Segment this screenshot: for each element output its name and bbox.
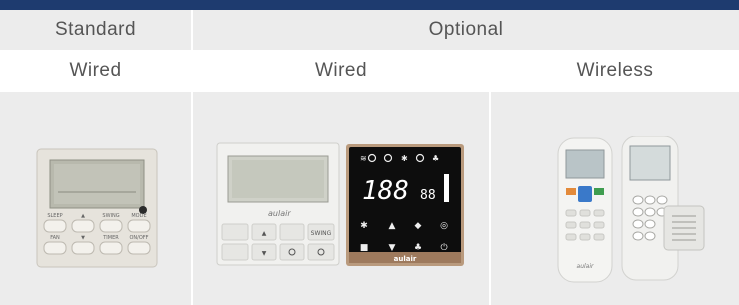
svg-text:▼: ▼	[389, 243, 396, 253]
standard-wired-controller: SLEEP ▲ SWING MODE FAN ▼ TIMER ON/OFF	[36, 148, 158, 268]
svg-text:♣: ♣	[432, 154, 439, 163]
svg-text:♣: ♣	[414, 243, 422, 253]
row-divider-2	[0, 90, 739, 92]
btn-label-up: ▲	[81, 213, 85, 219]
subheader-row: Wired Wired Wireless	[0, 52, 739, 90]
product-image-row: SLEEP ▲ SWING MODE FAN ▼ TIMER ON/OFF au…	[0, 92, 739, 305]
subheader-wired-optional: Wired	[314, 60, 368, 81]
black-controller-brand: aulair	[394, 255, 417, 263]
white-controller-brand: aulair	[268, 209, 291, 218]
svg-text:✱: ✱	[360, 221, 368, 231]
svg-text:✱: ✱	[401, 154, 408, 163]
optional-wired-white-controller: aulair ▲ SWING ▼	[216, 142, 340, 266]
column-divider-1	[191, 10, 193, 305]
remote-brand: aulair	[577, 263, 594, 270]
white-btn-up: ▲	[262, 230, 267, 237]
svg-text:▲: ▲	[389, 221, 396, 231]
btn-label-mode: MODE	[131, 213, 146, 219]
btn-label-fan: FAN	[50, 235, 60, 241]
btn-label-sleep: SLEEP	[47, 213, 62, 219]
wireless-remote-controllers: aulair	[552, 136, 712, 286]
svg-text:◆: ◆	[415, 221, 422, 231]
header-standard: Standard	[54, 19, 137, 40]
top-accent-bar	[0, 0, 739, 10]
subheader-wireless: Wireless	[576, 60, 654, 81]
white-btn-down: ▼	[262, 250, 267, 257]
btn-label-down: ▼	[81, 235, 85, 241]
black-display-small: 88	[420, 188, 436, 203]
optional-wired-black-controller: ≋ ✱ ♣ 188 88 ✱ ▲ ◆ ◎ ■ ▼ ♣ ⏻ aulair	[346, 144, 464, 266]
svg-text:■: ■	[360, 243, 369, 253]
btn-label-timer: TIMER	[102, 235, 119, 241]
header-optional: Optional	[428, 19, 504, 40]
svg-text:≋: ≋	[360, 154, 367, 163]
row-divider-1	[0, 50, 739, 52]
header-row: Standard Optional	[0, 10, 739, 50]
svg-text:◎: ◎	[440, 221, 448, 231]
btn-label-onoff: ON/OFF	[129, 235, 148, 241]
black-display-digits: 188	[362, 176, 409, 206]
svg-text:⏻: ⏻	[440, 242, 447, 253]
subheader-wired-standard: Wired	[69, 60, 122, 81]
white-btn-swing: SWING	[311, 230, 332, 237]
product-comparison-table: Standard Optional Wired Wired Wireless S…	[0, 0, 739, 305]
btn-label-swing: SWING	[102, 213, 119, 219]
